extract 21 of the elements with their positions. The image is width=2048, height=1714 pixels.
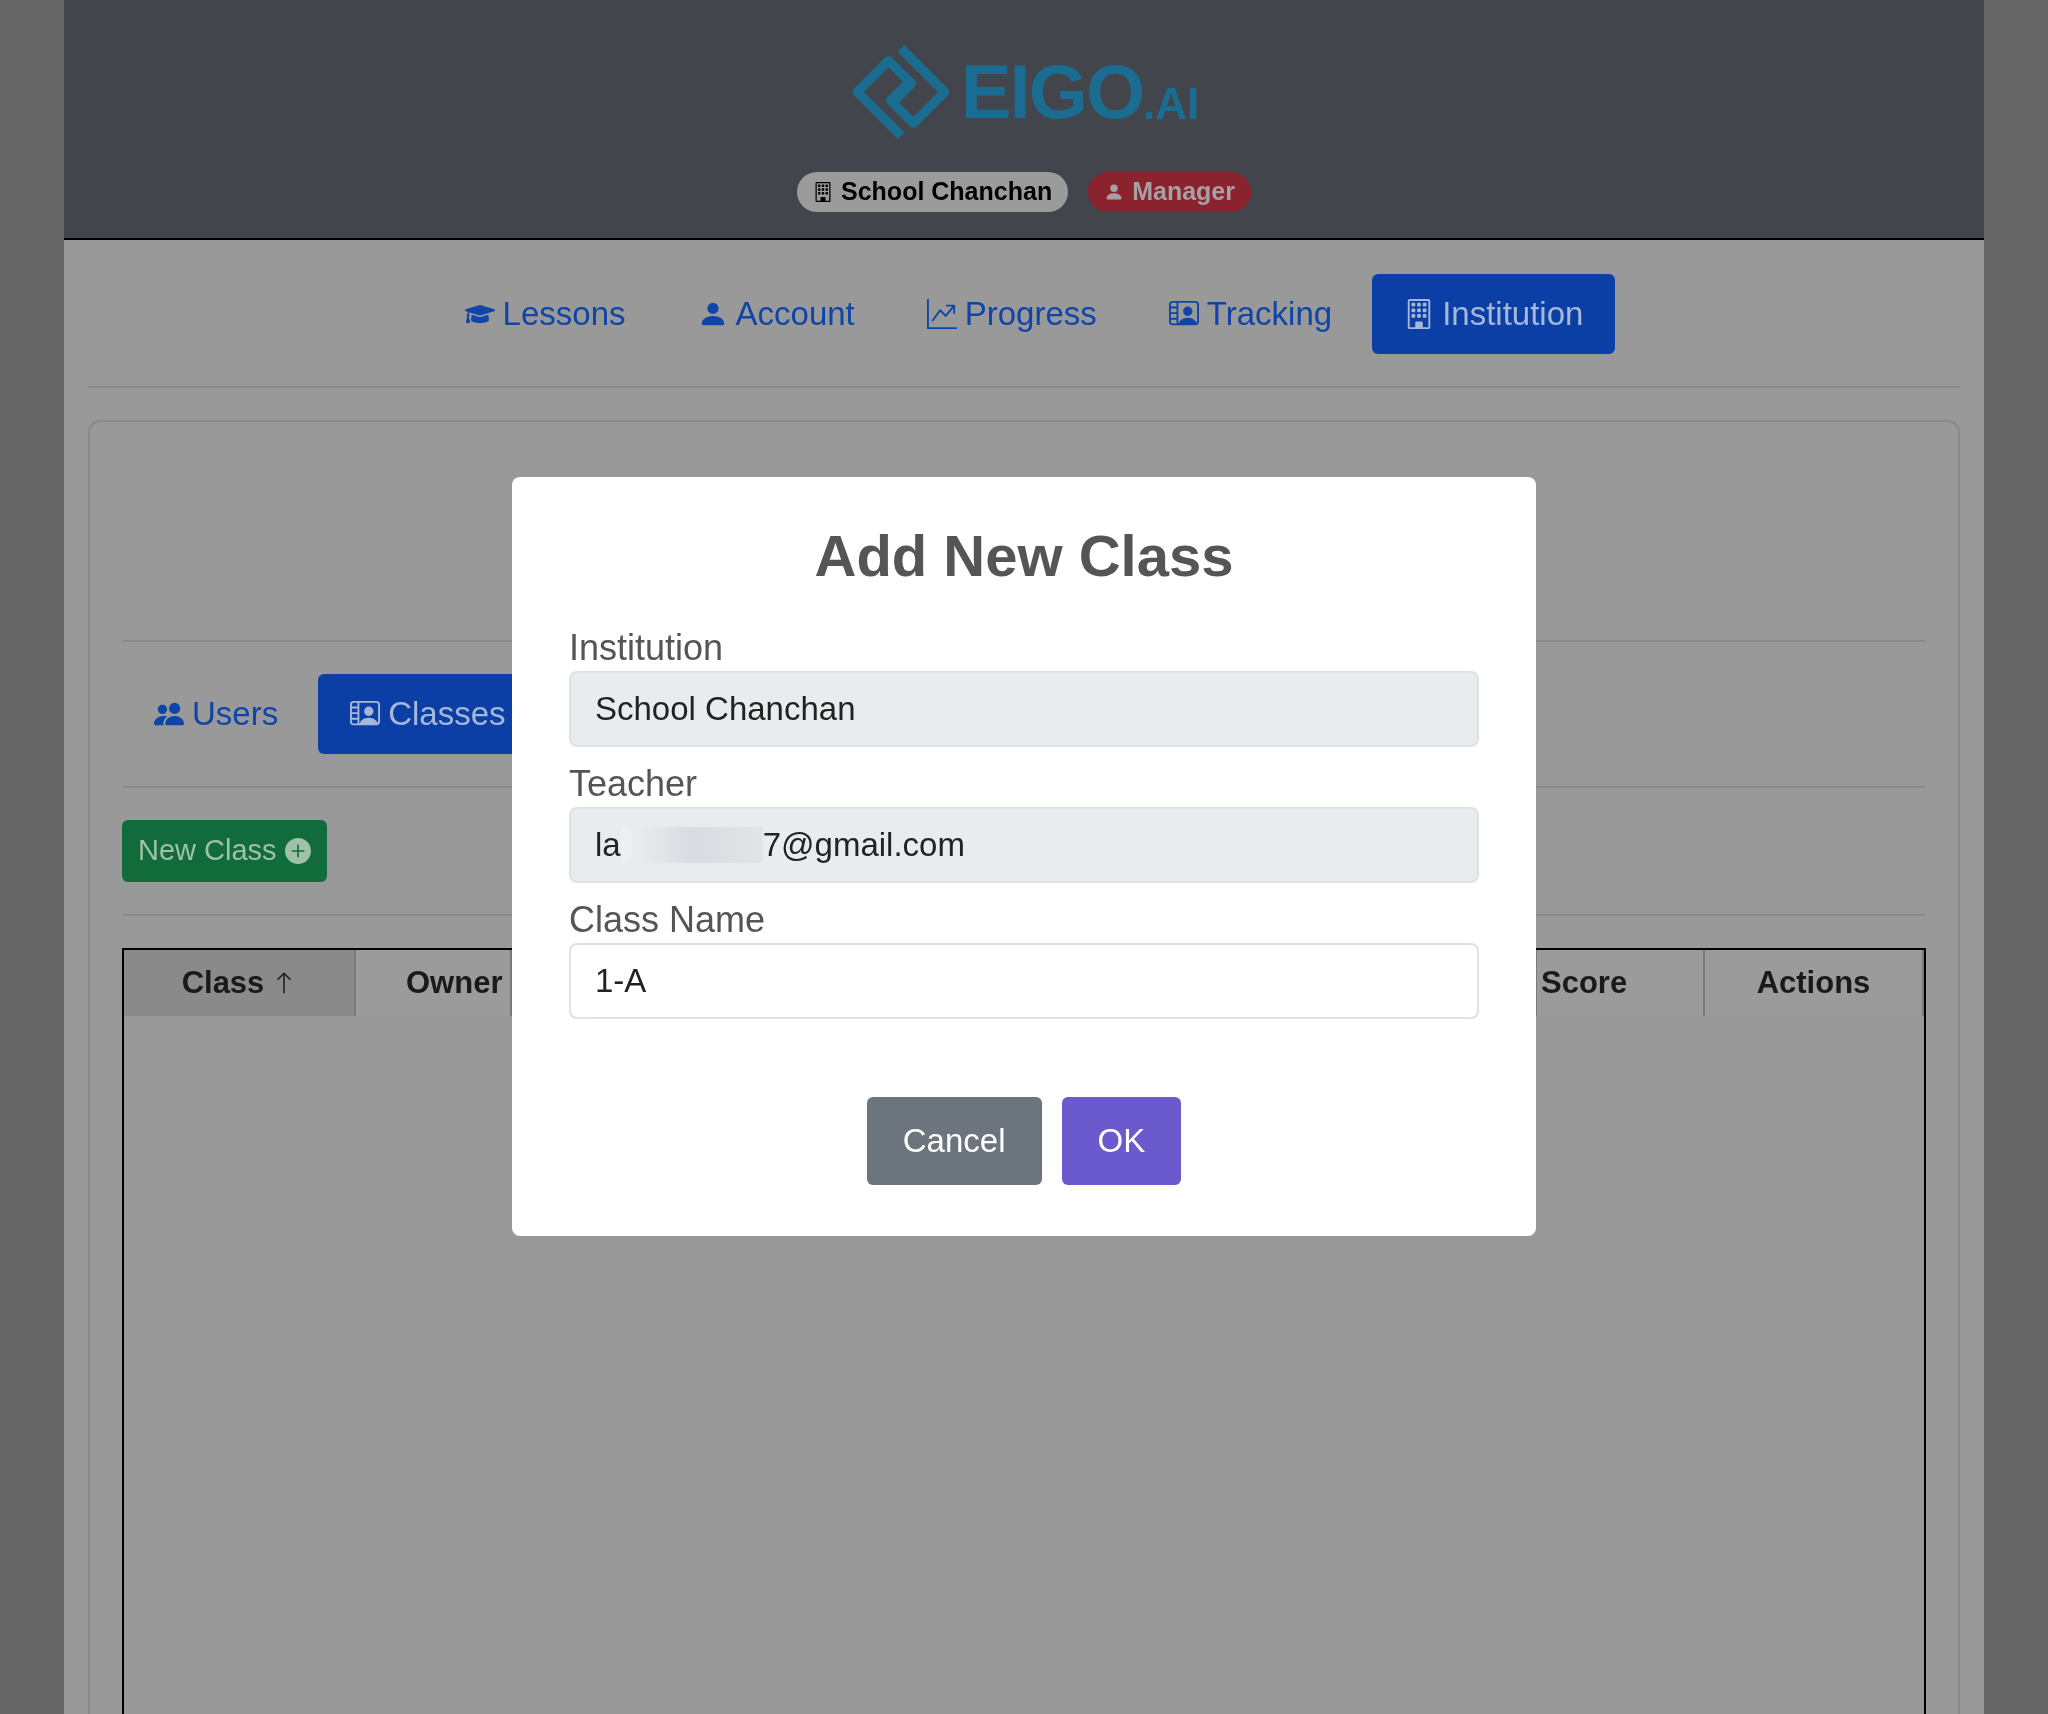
nav-tab[interactable]: Institution [1372, 274, 1616, 354]
field-label: Institution [569, 626, 725, 670]
nav-tab[interactable]: Lessons [432, 274, 658, 354]
nav-tab[interactable]: Account [665, 274, 887, 354]
field-label: Class Name [569, 898, 767, 942]
ok-button[interactable]: OK [1061, 1097, 1182, 1185]
logo-text: EIGO [960, 54, 1144, 130]
new-class-button[interactable]: New Class [122, 820, 327, 882]
line-chart-icon [926, 299, 957, 329]
field-label: Teacher [569, 762, 699, 806]
dialog-title: Add New Class [813, 527, 1235, 585]
cancel-button[interactable]: Cancel [866, 1097, 1042, 1185]
nav-tab[interactable]: Users [122, 674, 311, 754]
building-icon [813, 181, 833, 203]
column-header[interactable]: Class [124, 950, 356, 1016]
nav-tab[interactable]: Progress [894, 274, 1129, 354]
logo-suffix: .AI [1143, 82, 1200, 126]
nav-tab[interactable]: Tracking [1136, 274, 1365, 354]
institution-badge: School Chanchan [797, 172, 1069, 212]
input-field[interactable]: 1-A [569, 943, 1479, 1019]
role-badge: Manager [1088, 172, 1251, 212]
